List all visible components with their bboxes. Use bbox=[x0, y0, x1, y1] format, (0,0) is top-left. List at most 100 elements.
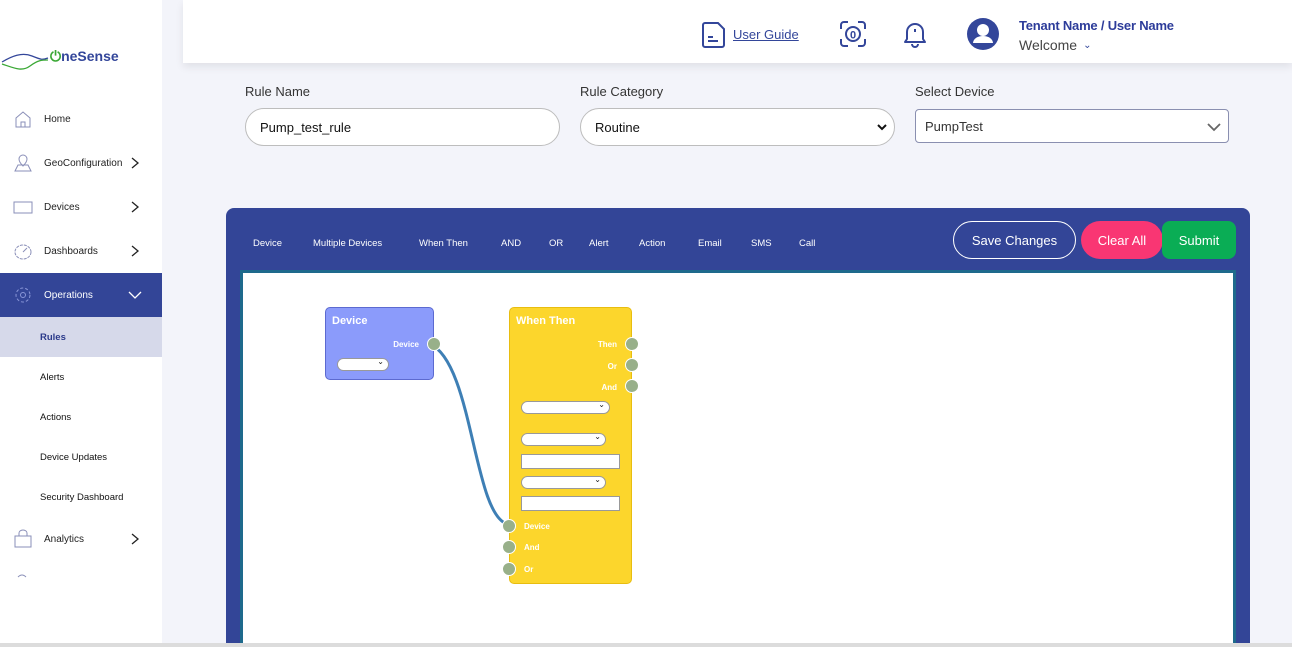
user-guide-link[interactable]: User Guide bbox=[733, 27, 799, 42]
condition-select-2[interactable]: ⌄ bbox=[521, 432, 606, 446]
sidebar-item-geoconfiguration[interactable]: GeoConfiguration bbox=[0, 141, 162, 185]
tool-call[interactable]: Call bbox=[799, 238, 815, 249]
and-output-port[interactable] bbox=[625, 379, 639, 393]
sidebar-item-label: Operations bbox=[44, 289, 93, 301]
device-input-port[interactable] bbox=[502, 519, 516, 533]
sidebar-item-operations[interactable]: Operations bbox=[0, 273, 162, 317]
sidebar-item-analytics[interactable]: Analytics bbox=[0, 517, 162, 561]
logo-prefix: ne bbox=[61, 48, 78, 64]
and-port-label: And bbox=[601, 383, 617, 392]
tool-alert[interactable]: Alert bbox=[589, 238, 609, 249]
device-node-select[interactable]: ⌄ bbox=[337, 357, 389, 371]
sidebar-item-dashboards[interactable]: Dashboards bbox=[0, 229, 162, 273]
power-icon: ⏻ bbox=[50, 48, 62, 64]
sidebar-subitem-label: Security Dashboard bbox=[40, 491, 124, 503]
document-icon[interactable] bbox=[701, 21, 727, 49]
map-pin-icon bbox=[12, 152, 34, 174]
welcome-text: Welcome bbox=[1019, 37, 1078, 53]
chevron-down-icon: ⌄ bbox=[1083, 39, 1092, 51]
tool-action[interactable]: Action bbox=[639, 238, 665, 249]
sidebar-item-devices[interactable]: Devices bbox=[0, 185, 162, 229]
device-node-title: Device bbox=[332, 315, 368, 327]
chevron-right-icon bbox=[131, 157, 140, 169]
logo-text: ⏻neSense bbox=[50, 48, 119, 65]
or-input-port[interactable] bbox=[502, 562, 516, 576]
tool-and[interactable]: AND bbox=[501, 238, 521, 249]
device-input-label: Device bbox=[524, 522, 550, 531]
chevron-down-icon bbox=[1207, 123, 1221, 132]
sidebar-item-label: Devices bbox=[44, 201, 80, 213]
rule-canvas[interactable]: Device Device ⌄ When Then Then Or And ⌄ … bbox=[240, 270, 1236, 647]
and-input-label: And bbox=[524, 543, 540, 552]
rule-editor-panel: Device Multiple Devices When Then AND OR… bbox=[226, 208, 1250, 647]
chevron-right-icon bbox=[131, 533, 140, 545]
sidebar-item-label: Home bbox=[44, 113, 71, 125]
rule-category-select[interactable]: Routine bbox=[580, 108, 895, 146]
sidebar-subitem-alerts[interactable]: Alerts bbox=[0, 357, 162, 397]
tool-or[interactable]: OR bbox=[549, 238, 563, 249]
device-node[interactable]: Device Device ⌄ bbox=[325, 307, 441, 380]
shopping-bag-icon bbox=[12, 528, 34, 550]
sidebar: ⏻neSense Home GeoConfiguration Devices D… bbox=[0, 0, 162, 643]
chevron-down-icon: ⌄ bbox=[594, 475, 601, 484]
sidebar-subitem-label: Alerts bbox=[40, 371, 65, 383]
save-changes-button[interactable]: Save Changes bbox=[953, 221, 1076, 259]
sidebar-item-label: Dashboards bbox=[44, 245, 98, 257]
condition-select-1[interactable]: ⌄ bbox=[521, 400, 610, 414]
sidebar-subitem-label: Actions bbox=[40, 411, 72, 423]
logo-suffix: Sense bbox=[77, 48, 119, 64]
or-input-label: Or bbox=[524, 565, 534, 574]
tool-multiple-devices[interactable]: Multiple Devices bbox=[313, 238, 382, 249]
condition-select-3[interactable]: ⌄ bbox=[521, 475, 606, 489]
select-device-value: PumpTest bbox=[925, 118, 983, 134]
chevron-down-icon: ⌄ bbox=[377, 357, 384, 366]
or-port-label: Or bbox=[607, 362, 617, 371]
chevron-down-icon bbox=[877, 124, 887, 131]
top-header: User Guide 0 Tenant Name / User Name Wel… bbox=[183, 0, 1292, 63]
device-output-port[interactable] bbox=[427, 337, 441, 351]
gear-icon bbox=[12, 284, 34, 306]
sidebar-subitem-actions[interactable]: Actions bbox=[0, 397, 162, 437]
tool-sms[interactable]: SMS bbox=[751, 238, 772, 249]
and-input-port[interactable] bbox=[502, 540, 516, 554]
onesense-logo[interactable]: ⏻neSense bbox=[0, 40, 162, 74]
sidebar-subitem-label: Device Updates bbox=[40, 451, 108, 463]
avatar-icon[interactable] bbox=[966, 17, 1000, 51]
then-port-label: Then bbox=[597, 340, 617, 349]
submit-button[interactable]: Submit bbox=[1162, 221, 1236, 259]
user-menu-toggle[interactable]: Welcome ⌄ bbox=[1019, 37, 1091, 53]
chevron-down-icon: ⌄ bbox=[598, 400, 605, 409]
condition-input-2[interactable] bbox=[521, 496, 620, 511]
wifi-icon bbox=[17, 574, 27, 578]
rule-name-input[interactable]: Pump_test_rule bbox=[245, 108, 560, 146]
sidebar-subitem-device-updates[interactable]: Device Updates bbox=[0, 437, 162, 477]
tool-when-then[interactable]: When Then bbox=[419, 238, 468, 249]
sidebar-item-home[interactable]: Home bbox=[0, 97, 162, 141]
condition-input-1[interactable] bbox=[521, 454, 620, 469]
sidebar-subitem-rules[interactable]: Rules bbox=[0, 317, 162, 357]
tool-email[interactable]: Email bbox=[698, 238, 722, 249]
svg-text:0: 0 bbox=[850, 30, 856, 42]
chevron-right-icon bbox=[131, 201, 140, 213]
rule-name-label: Rule Name bbox=[245, 84, 311, 99]
horizontal-scrollbar[interactable] bbox=[0, 643, 1292, 647]
tool-device[interactable]: Device bbox=[253, 238, 282, 249]
wave-logo-icon bbox=[1, 53, 49, 70]
device-port-label: Device bbox=[393, 340, 419, 349]
select-device-dropdown[interactable]: PumpTest bbox=[915, 109, 1229, 143]
laptop-icon bbox=[12, 196, 34, 218]
home-icon bbox=[12, 108, 34, 130]
chevron-right-icon bbox=[131, 245, 140, 257]
sidebar-item-label: Analytics bbox=[44, 533, 85, 545]
speedometer-icon bbox=[12, 240, 34, 262]
bell-icon[interactable] bbox=[901, 19, 929, 49]
chevron-down-icon bbox=[128, 291, 142, 299]
then-output-port[interactable] bbox=[625, 337, 639, 351]
rule-name-value: Pump_test_rule bbox=[260, 119, 352, 135]
or-output-port[interactable] bbox=[625, 358, 639, 372]
zero-trust-icon[interactable]: 0 bbox=[838, 19, 868, 49]
user-name: Tenant Name / User Name bbox=[1019, 18, 1174, 33]
when-then-node[interactable]: When Then Then Or And ⌄ ⌄ ⌄ Device And O… bbox=[502, 307, 639, 584]
sidebar-subitem-security-dashboard[interactable]: Security Dashboard bbox=[0, 477, 162, 517]
clear-all-button[interactable]: Clear All bbox=[1081, 221, 1163, 259]
